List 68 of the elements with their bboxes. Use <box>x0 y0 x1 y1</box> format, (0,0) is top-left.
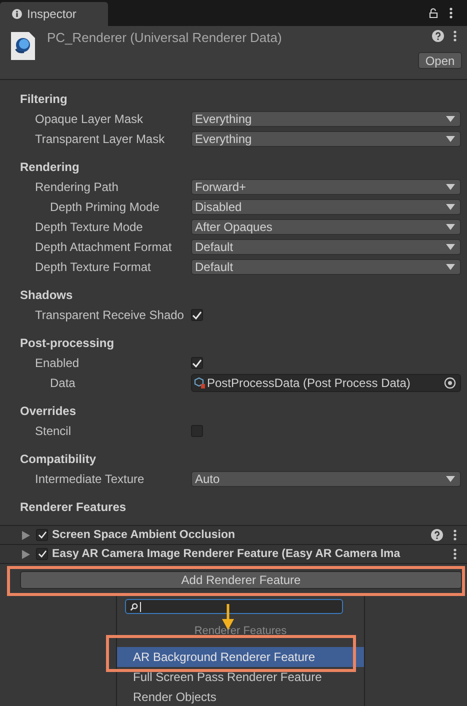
field-label: Transparent Receive Shado <box>34 308 185 322</box>
dropdown[interactable]: After Opaques <box>191 219 461 235</box>
menu-heading: Renderer Features <box>193 625 288 637</box>
more-options-icon[interactable] <box>453 529 457 541</box>
more-options-icon[interactable] <box>449 7 453 19</box>
section-heading: Rendering <box>19 159 80 176</box>
checkbox[interactable] <box>191 425 203 437</box>
field-label: Depth Attachment Format <box>34 240 173 254</box>
field-label: Stencil <box>34 424 72 438</box>
more-options-icon[interactable] <box>453 30 457 42</box>
field-label: Intermediate Texture <box>34 472 146 486</box>
object-picker-icon[interactable] <box>444 377 456 389</box>
lock-icon[interactable] <box>428 8 438 18</box>
menu-item[interactable]: Full Screen Pass Renderer Feature <box>117 667 364 687</box>
help-icon[interactable] <box>432 30 444 42</box>
add-renderer-feature-button[interactable]: Add Renderer Feature <box>20 571 462 589</box>
dropdown[interactable]: Everything <box>191 111 461 127</box>
menu-item[interactable]: Render Objects <box>117 687 364 706</box>
open-button[interactable]: Open <box>418 52 462 69</box>
caret-icon <box>446 244 455 250</box>
help-icon[interactable] <box>431 529 443 541</box>
checkbox[interactable] <box>36 529 48 541</box>
feature-name: Easy AR Camera Image Renderer Feature (Easy AR Camera Ima <box>52 548 400 560</box>
checkbox[interactable] <box>191 357 203 369</box>
caret-icon <box>446 136 455 142</box>
asset-icon <box>194 377 206 389</box>
dropdown[interactable]: Default <box>191 259 461 275</box>
menu-item[interactable]: AR Background Renderer Feature <box>117 647 364 667</box>
field-label: Depth Priming Mode <box>49 200 160 214</box>
field-label: Enabled <box>34 356 80 370</box>
dropdown[interactable]: Forward+ <box>191 179 461 195</box>
object-field[interactable]: PostProcessData (Post Process Data) <box>191 374 461 392</box>
caret-icon <box>446 476 455 482</box>
section-heading: Compatibility <box>19 451 98 468</box>
caret-icon <box>446 204 455 210</box>
field-label: Depth Texture Format <box>34 260 152 274</box>
feature-name: Screen Space Ambient Occlusion <box>52 529 235 541</box>
renderer-feature-row[interactable]: Screen Space Ambient Occlusion <box>0 525 467 544</box>
foldout-arrow-icon[interactable] <box>22 530 30 540</box>
search-icon <box>130 602 138 610</box>
more-options-icon[interactable] <box>453 548 457 560</box>
field-label: Data <box>49 376 76 390</box>
field-label: Opaque Layer Mask <box>34 112 144 126</box>
section-heading: Renderer Features <box>19 499 128 516</box>
asset-title: PC_Renderer (Universal Renderer Data) <box>47 30 282 45</box>
renderer-feature-row[interactable]: Easy AR Camera Image Renderer Feature (Easy AR Camera Ima <box>0 544 467 563</box>
field-label: Depth Texture Mode <box>34 220 144 234</box>
section-heading: Shadows <box>19 287 74 304</box>
checkbox[interactable] <box>191 309 203 321</box>
search-field[interactable] <box>125 599 343 614</box>
foldout-arrow-icon[interactable] <box>22 550 30 558</box>
field-label: Rendering Path <box>34 180 120 194</box>
caret-icon <box>446 184 455 190</box>
section-heading: Filtering <box>19 91 68 108</box>
inspector-tab[interactable]: Inspector <box>0 2 108 26</box>
dropdown[interactable]: Auto <box>191 471 461 487</box>
asset-icon <box>11 32 35 60</box>
section-heading: Post-processing <box>19 335 116 352</box>
caret-icon <box>446 264 455 270</box>
field-label: Transparent Layer Mask <box>34 132 166 146</box>
info-icon <box>12 9 22 19</box>
dropdown[interactable]: Everything <box>191 131 461 147</box>
section-heading: Overrides <box>19 403 78 420</box>
dropdown[interactable]: Default <box>191 239 461 255</box>
dropdown[interactable]: Disabled <box>191 199 461 215</box>
caret-icon <box>446 224 455 230</box>
caret-icon <box>446 116 455 122</box>
checkbox[interactable] <box>36 548 48 560</box>
